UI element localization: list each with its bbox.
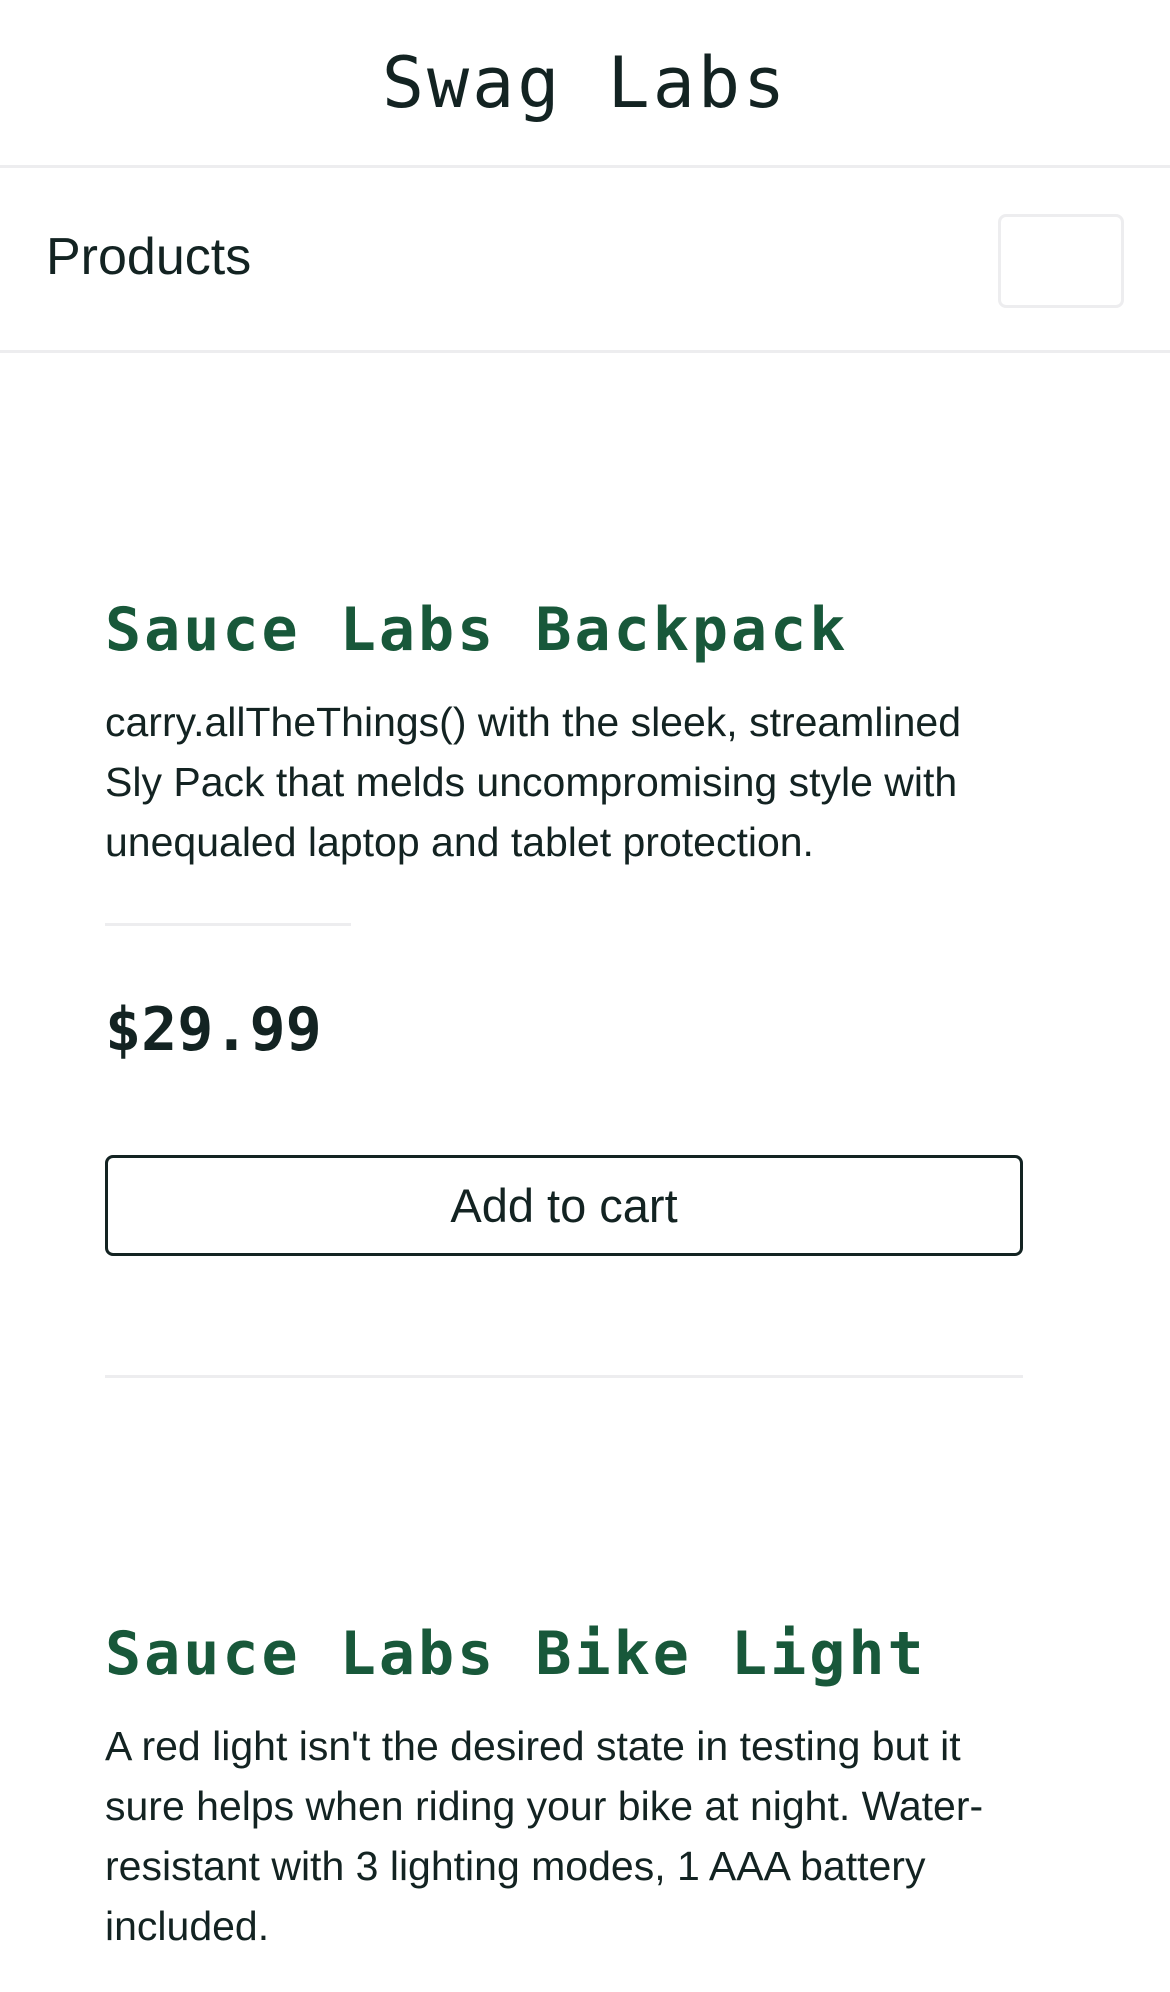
item-description: carry.allTheThings() with the sleek, str… <box>105 699 961 865</box>
item-name-link[interactable]: Sauce Labs Bike Light <box>105 1614 1023 1694</box>
inventory-item-bike-light: Sauce Labs Bike Light A red light isn't … <box>105 1614 1023 1956</box>
page-title: Products <box>46 228 252 286</box>
item-separator <box>105 1375 1023 1378</box>
inventory-item-backpack: Sauce Labs Backpack carry.allTheThings()… <box>105 590 1023 1256</box>
item-divider <box>105 923 351 926</box>
add-to-cart-button[interactable]: Add to cart <box>105 1155 1023 1256</box>
item-price: $29.99 <box>105 995 322 1065</box>
app-logo-title: Swag Labs <box>381 42 789 124</box>
item-name-link[interactable]: Sauce Labs Backpack <box>105 590 1023 670</box>
item-description: A red light isn't the desired state in t… <box>105 1723 984 1949</box>
secondary-header: Products <box>0 168 1170 353</box>
app-header: Swag Labs <box>0 0 1170 168</box>
sort-dropdown[interactable] <box>998 214 1124 308</box>
